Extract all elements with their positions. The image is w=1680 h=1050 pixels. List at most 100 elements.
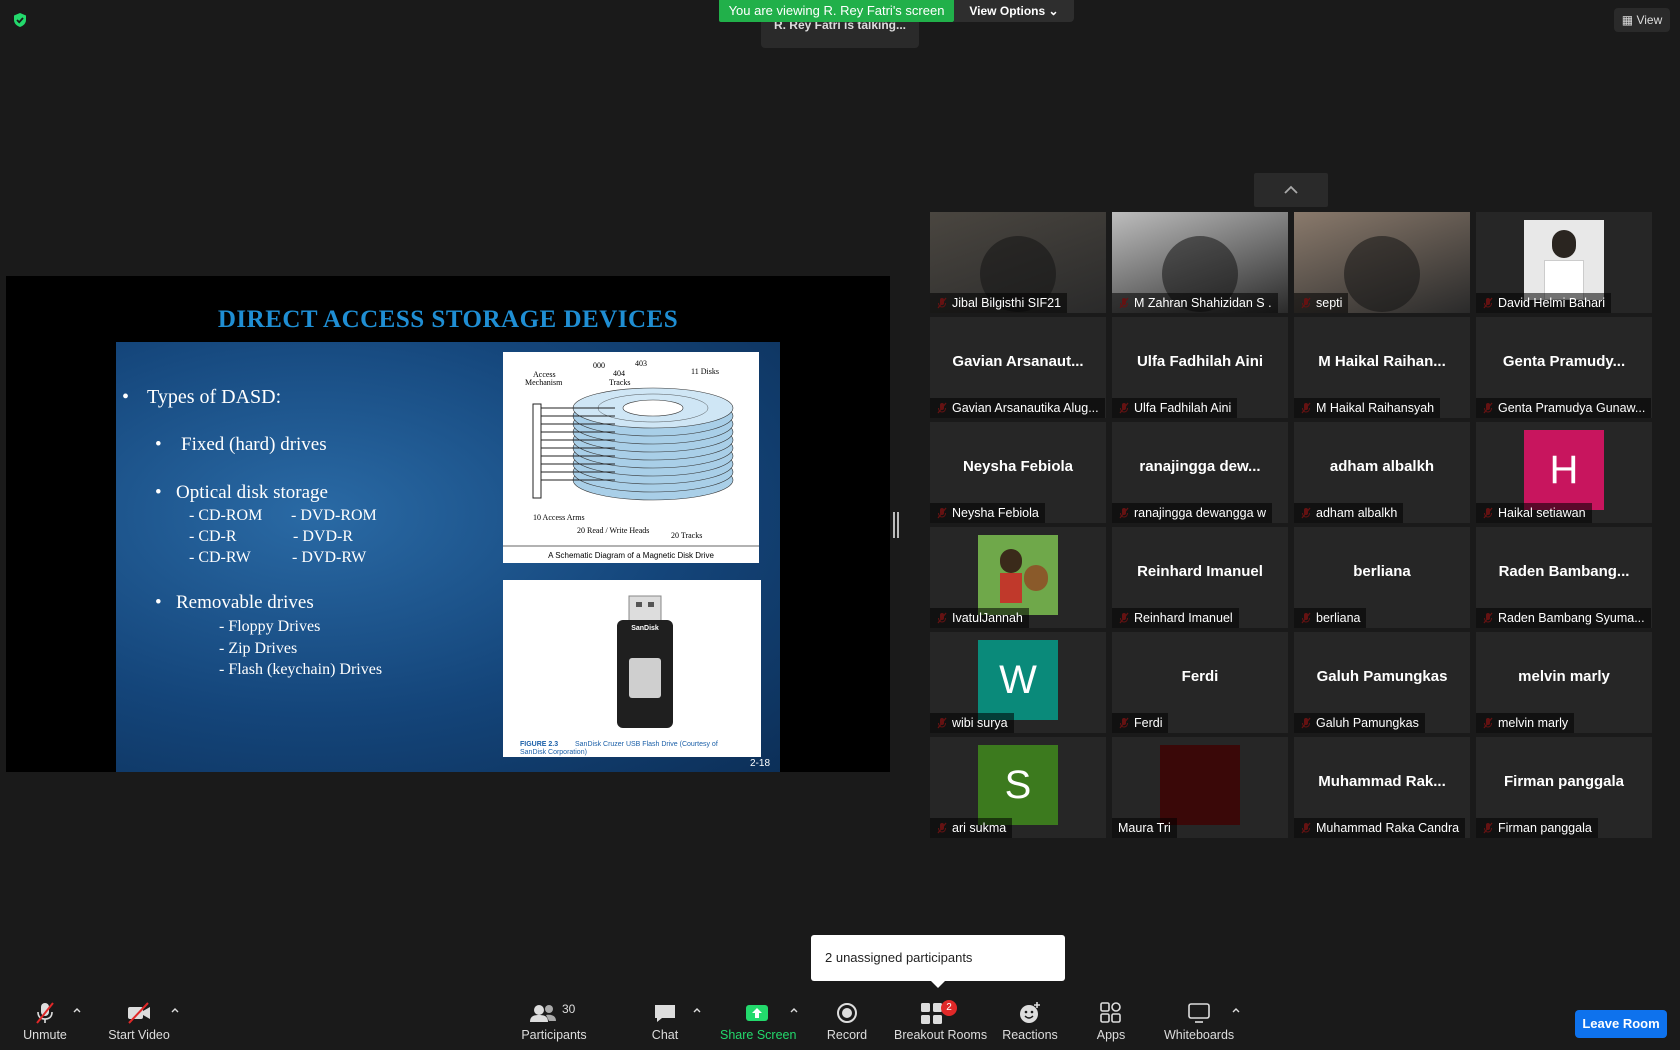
disk-platters bbox=[572, 387, 734, 501]
reactions-button[interactable]: Reactions bbox=[1000, 1000, 1060, 1046]
view-button[interactable]: ▦ View bbox=[1614, 8, 1670, 32]
viewing-screen-banner: You are viewing R. Rey Fatri's screen bbox=[719, 0, 954, 22]
figure-caption-line2: SanDisk Corporation) bbox=[520, 749, 587, 756]
participant-tile[interactable]: Gavian Arsanaut... Gavian Arsanautika Alu… bbox=[930, 317, 1106, 418]
whiteboards-button[interactable]: Whiteboards bbox=[1164, 1000, 1234, 1046]
participants-button[interactable]: 30 Participants bbox=[520, 1000, 588, 1046]
chevron-up-icon[interactable] bbox=[1231, 1005, 1241, 1015]
chevron-up-icon[interactable] bbox=[789, 1005, 799, 1015]
participant-name: Maura Tri bbox=[1112, 818, 1177, 838]
participant-tile[interactable]: Raden Bambang... Raden Bambang Syuma... bbox=[1476, 527, 1652, 628]
unmute-label: Unmute bbox=[23, 1028, 67, 1042]
share-screen-button[interactable]: Share Screen bbox=[720, 1000, 796, 1046]
tooltip-arrow bbox=[930, 980, 946, 988]
participant-name: Galuh Pamungkas bbox=[1294, 713, 1425, 733]
participant-tile[interactable]: Neysha Febiola Neysha Febiola bbox=[930, 422, 1106, 523]
splitter-handle[interactable] bbox=[893, 512, 899, 538]
breakout-rooms-label: Breakout Rooms bbox=[894, 1028, 988, 1042]
participant-video bbox=[1344, 236, 1420, 312]
diagram-label: Tracks bbox=[609, 378, 630, 387]
breakout-rooms-button[interactable]: 2 Breakout Rooms bbox=[894, 1000, 988, 1046]
unmute-button[interactable]: Unmute bbox=[18, 1000, 72, 1046]
participant-photo bbox=[1524, 220, 1604, 300]
slide-fixed-text: Fixed (hard) drives bbox=[181, 434, 327, 455]
participant-avatar: H bbox=[1524, 430, 1604, 510]
apps-button[interactable]: Apps bbox=[1095, 1000, 1127, 1046]
participant-tile[interactable]: Firman panggala Firman panggala bbox=[1476, 737, 1652, 838]
participant-tile[interactable]: Galuh Pamungkas Galuh Pamungkas bbox=[1294, 632, 1470, 733]
security-shield-icon[interactable] bbox=[12, 12, 28, 28]
participant-display-name: berliana bbox=[1353, 563, 1411, 580]
participant-display-name: ranajingga dew... bbox=[1139, 458, 1261, 475]
leave-room-button[interactable]: Leave Room bbox=[1575, 1010, 1667, 1038]
participant-tile[interactable]: adham albalkh adham albalkh bbox=[1294, 422, 1470, 523]
apps-label: Apps bbox=[1096, 1028, 1126, 1042]
participant-tile[interactable]: septi bbox=[1294, 212, 1470, 313]
diagram-label: 10 Access Arms bbox=[533, 513, 585, 522]
participant-tile[interactable]: Genta Pramudy... Genta Pramudya Gunaw... bbox=[1476, 317, 1652, 418]
slide-zip-text: - Zip Drives bbox=[219, 640, 298, 657]
participant-tile[interactable]: David Helmi Bahari bbox=[1476, 212, 1652, 313]
participant-tile[interactable]: M Haikal Raihan... M Haikal Raihansyah bbox=[1294, 317, 1470, 418]
record-button[interactable]: Record bbox=[826, 1000, 868, 1046]
participant-name: M Zahran Shahizidan S . bbox=[1112, 293, 1278, 313]
unassigned-participants-tooltip[interactable]: 2 unassigned participants bbox=[811, 935, 1065, 981]
participant-tile[interactable]: Wwibi surya bbox=[930, 632, 1106, 733]
avatar-letter: S bbox=[1004, 763, 1032, 807]
participant-tile[interactable]: Ferdi Ferdi bbox=[1112, 632, 1288, 733]
participant-tile[interactable]: H Haikal setiawan bbox=[1476, 422, 1652, 523]
participant-tile[interactable]: melvin marly melvin marly bbox=[1476, 632, 1652, 733]
participant-name: Gavian Arsanautika Alug... bbox=[930, 398, 1105, 418]
chevron-up-icon[interactable] bbox=[692, 1005, 702, 1015]
chevron-up-icon[interactable] bbox=[72, 1005, 82, 1015]
participant-avatar: W bbox=[978, 640, 1058, 720]
participant-name: melvin marly bbox=[1476, 713, 1575, 733]
participant-name: Ulfa Fadhilah Aini bbox=[1112, 398, 1238, 418]
participant-name: ari sukma bbox=[930, 818, 1013, 838]
participant-tile[interactable]: Jibal Bilgisthi SIF21 bbox=[930, 212, 1106, 313]
participant-display-name: Galuh Pamungkas bbox=[1316, 668, 1448, 685]
start-video-button[interactable]: Start Video bbox=[104, 1000, 174, 1046]
chevron-down-icon: ⌄ bbox=[1048, 4, 1059, 18]
participant-tile[interactable]: Reinhard Imanuel Reinhard Imanuel bbox=[1112, 527, 1288, 628]
bullet: • bbox=[155, 482, 162, 503]
view-options-label: View Options bbox=[969, 4, 1046, 18]
slide-dvdr-text: - DVD-R bbox=[293, 528, 353, 545]
participant-tile[interactable]: IvatulJannah bbox=[930, 527, 1106, 628]
chat-label: Chat bbox=[651, 1028, 679, 1042]
chevron-up-icon[interactable] bbox=[170, 1005, 180, 1015]
usb-brand-text: SanDisk bbox=[631, 625, 659, 632]
diagram-caption: A Schematic Diagram of a Magnetic Disk D… bbox=[548, 551, 714, 560]
slide-floppy-text: - Floppy Drives bbox=[219, 618, 321, 635]
participant-tile[interactable]: berliana berliana bbox=[1294, 527, 1470, 628]
participant-avatar-image bbox=[978, 535, 1058, 615]
gallery-collapse-button[interactable] bbox=[1254, 173, 1328, 207]
participant-name: M Haikal Raihansyah bbox=[1294, 398, 1441, 418]
participant-name: Ferdi bbox=[1112, 713, 1169, 733]
grid-view-icon: ▦ bbox=[1621, 13, 1634, 27]
diagram-label: 404 bbox=[613, 369, 625, 378]
participant-tile[interactable]: Ulfa Fadhilah Aini Ulfa Fadhilah Aini bbox=[1112, 317, 1288, 418]
participant-name: Reinhard Imanuel bbox=[1112, 608, 1239, 628]
participant-avatar-image bbox=[1160, 745, 1240, 825]
diagram-label: Mechanism bbox=[525, 378, 563, 387]
view-options-button[interactable]: View Options ⌄ bbox=[954, 0, 1074, 22]
participant-tile[interactable]: ranajingga dew... ranajingga dewangga w bbox=[1112, 422, 1288, 523]
figure-caption: SanDisk Cruzer USB Flash Drive (Courtesy… bbox=[575, 741, 718, 748]
participant-name: berliana bbox=[1294, 608, 1367, 628]
chevron-up-icon bbox=[1284, 185, 1298, 194]
participant-display-name: Ulfa Fadhilah Aini bbox=[1136, 353, 1264, 370]
participant-name: septi bbox=[1294, 293, 1349, 313]
participant-tile[interactable]: Maura Tri bbox=[1112, 737, 1288, 838]
participant-name: IvatulJannah bbox=[930, 608, 1029, 628]
participant-tile[interactable]: Sari sukma bbox=[930, 737, 1106, 838]
participant-name: wibi surya bbox=[930, 713, 1014, 733]
participant-tile[interactable]: M Zahran Shahizidan S . bbox=[1112, 212, 1288, 313]
slide-dvdrom-text: - DVD-ROM bbox=[291, 507, 377, 524]
slide-dvdrw-text: - DVD-RW bbox=[292, 549, 367, 566]
chat-button[interactable]: Chat bbox=[650, 1000, 680, 1046]
participant-display-name: Firman panggala bbox=[1503, 773, 1625, 790]
participant-tile[interactable]: Muhammad Rak... Muhammad Raka Candra bbox=[1294, 737, 1470, 838]
participant-display-name: Ferdi bbox=[1181, 668, 1219, 685]
bullet: • bbox=[155, 592, 162, 613]
